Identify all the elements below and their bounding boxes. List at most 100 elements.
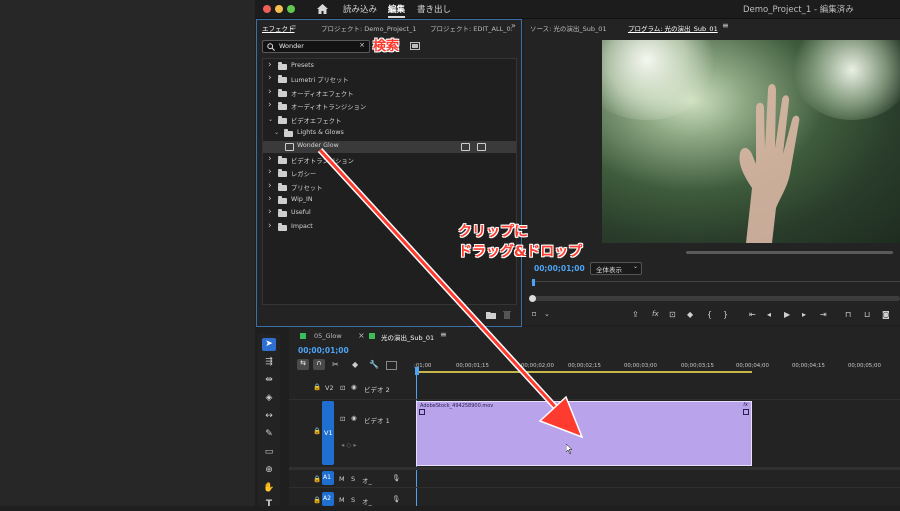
solo-button[interactable]: S [351, 475, 355, 483]
a1-target-toggle[interactable]: A1 [322, 471, 334, 485]
tab-project-demo[interactable]: プロジェクト: Demo_Project_1 [321, 23, 416, 33]
microphone-icon[interactable]: 🎙 [392, 495, 400, 503]
menu-export[interactable]: 書き出し [417, 3, 451, 15]
play-icon[interactable]: ▶ [784, 310, 790, 319]
chevron-down-icon[interactable]: ⌄ [274, 129, 279, 136]
tab-program[interactable]: プログラム: 光の演出_Sub_01 [628, 23, 718, 33]
chevron-right-icon[interactable]: › [268, 87, 272, 97]
a2-target-toggle[interactable]: A2 [322, 492, 334, 506]
chevron-right-icon[interactable]: › [268, 73, 272, 83]
chevron-right-icon[interactable]: › [268, 167, 272, 177]
tab-source[interactable]: ソース: 光の演出_Sub_01 [530, 23, 607, 33]
in-point-icon[interactable]: { [707, 310, 712, 319]
voiceover-button[interactable]: オ_ [362, 496, 372, 506]
chevron-right-icon[interactable]: › [268, 207, 272, 217]
track-v2-label[interactable]: V2 [325, 384, 334, 392]
effects-tree-item[interactable]: › ビデオトランジション [263, 154, 516, 167]
captions-icon[interactable] [386, 361, 397, 370]
program-playhead-marker[interactable] [532, 279, 535, 286]
sync-lock-icon[interactable]: ⊡ [340, 415, 345, 423]
effects-tree-item[interactable]: › Wip_IN [263, 194, 516, 207]
mute-button[interactable]: M [339, 475, 345, 483]
snap-icon[interactable]: ∩ [313, 359, 325, 370]
program-timecode[interactable]: 00;00;01;00 [534, 264, 585, 273]
effects-tree-item[interactable]: ⌄ Lights & Glows [263, 128, 516, 140]
timeline-timecode[interactable]: 00;00;01;00 [298, 346, 349, 355]
type-tool-icon[interactable]: T [262, 498, 276, 511]
clear-search-icon[interactable]: × [359, 41, 365, 49]
chevron-down-icon[interactable]: ⌄ [268, 116, 273, 123]
camera-icon[interactable]: ◙ [882, 310, 890, 319]
chevron-right-icon[interactable]: › [268, 100, 272, 110]
lock-icon[interactable]: ⊡ [669, 310, 676, 319]
effects-tree-item[interactable]: › プリセット [263, 181, 516, 194]
fx-icon[interactable]: fx [652, 310, 659, 318]
effects-tree-item[interactable]: Wonder Glow [263, 141, 516, 154]
menu-edit[interactable]: 編集 [388, 3, 406, 18]
rectangle-tool-icon[interactable]: ▭ [262, 446, 276, 459]
chevron-right-icon[interactable]: › [268, 60, 272, 70]
tab-project-edit[interactable]: プロジェクト: EDIT_ALL_0: [430, 23, 513, 33]
hand-tool-icon[interactable]: ✋ [262, 482, 276, 495]
add-marker-timeline-icon[interactable]: ◆ [352, 360, 358, 369]
lock-icon[interactable]: 🔒 [313, 427, 321, 435]
delete-icon[interactable] [503, 310, 511, 319]
v1-target-toggle[interactable]: V1 [322, 401, 334, 465]
eye-icon[interactable]: ◉ [351, 383, 357, 391]
chevron-right-icon[interactable]: › [268, 221, 272, 231]
home-icon[interactable] [317, 4, 328, 14]
go-to-in-icon[interactable]: ⇤ [749, 310, 756, 319]
effects-tree-item[interactable]: › オーディオエフェクト [263, 87, 516, 100]
tab-menu-icon[interactable]: ≡ [291, 23, 296, 31]
selection-tool-icon[interactable]: ➤ [262, 338, 276, 351]
work-area-bar[interactable] [417, 371, 752, 373]
voiceover-button[interactable]: オ_ [362, 475, 372, 485]
add-marker-icon[interactable]: ⌑ [532, 310, 536, 319]
sync-lock-icon[interactable]: ⊡ [340, 384, 345, 392]
settings-chevron-icon[interactable]: ⌄ [544, 310, 550, 318]
chevron-right-icon[interactable]: › [268, 154, 272, 164]
lock-icon[interactable]: 🔒 [313, 383, 321, 391]
zoom-window-button[interactable] [287, 5, 295, 13]
effects-tree-item[interactable]: › レガシー [263, 167, 516, 180]
step-back-icon[interactable]: ◂ [767, 310, 771, 319]
nest-toggle-icon[interactable]: ⇆ [297, 359, 309, 370]
effects-tree-item[interactable]: › Useful [263, 207, 516, 220]
program-menu-icon[interactable]: ≡ [722, 21, 729, 30]
lock-icon[interactable]: 🔒 [313, 475, 321, 483]
razor-tool-icon[interactable]: ◈ [262, 392, 276, 405]
step-forward-icon[interactable]: ▸ [802, 310, 806, 319]
eye-icon[interactable]: ◉ [351, 414, 357, 422]
zoom-bar-handle[interactable] [529, 295, 536, 302]
video-clip[interactable]: AdobeStock_494258900.mov fx [416, 401, 752, 466]
timeline-menu-icon[interactable]: ≡ [440, 330, 447, 339]
effects-tree-item[interactable]: › Presets [263, 60, 516, 73]
minimize-window-button[interactable] [275, 5, 283, 13]
more-tabs-icon[interactable]: » [511, 21, 516, 30]
effects-tree-item[interactable]: › オーディオトランジション [263, 100, 516, 113]
tab-effects[interactable]: エフェクト [262, 23, 295, 33]
tab-sequence-05-glow[interactable]: 05_Glow [314, 332, 342, 340]
extract-icon[interactable]: ⊔ [864, 310, 870, 319]
mute-button[interactable]: M [339, 496, 345, 504]
tab-sequence-sub01[interactable]: 光の演出_Sub_01 [381, 332, 434, 342]
marker-icon[interactable]: ◆ [687, 310, 693, 319]
effects-tree-item[interactable]: ⌄ ビデオエフェクト [263, 115, 516, 127]
zoom-select[interactable]: 全体表示 ⌄ [590, 262, 642, 275]
slip-tool-icon[interactable]: ↔ [262, 410, 276, 423]
accelerated-filter-icon[interactable] [410, 42, 420, 50]
wrench-icon[interactable]: 🔧 [369, 360, 379, 369]
chevron-right-icon[interactable]: › [268, 181, 272, 191]
menu-import[interactable]: 読み込み [343, 3, 377, 15]
track-select-tool-icon[interactable]: ⇶ [262, 356, 276, 369]
keyframe-nav-icon[interactable]: ◂ ◇ ▸ [341, 441, 357, 449]
linked-selection-icon[interactable]: ✂ [332, 360, 339, 369]
tab-close-icon[interactable]: × [358, 331, 365, 340]
close-window-button[interactable] [263, 5, 271, 13]
export-frame-icon[interactable]: ⇪ [632, 310, 639, 319]
lift-icon[interactable]: ⊓ [845, 310, 851, 319]
program-zoom-bar[interactable] [532, 296, 900, 301]
new-bin-icon[interactable] [486, 311, 496, 319]
go-to-out-icon[interactable]: ⇥ [820, 310, 827, 319]
solo-button[interactable]: S [351, 496, 355, 504]
